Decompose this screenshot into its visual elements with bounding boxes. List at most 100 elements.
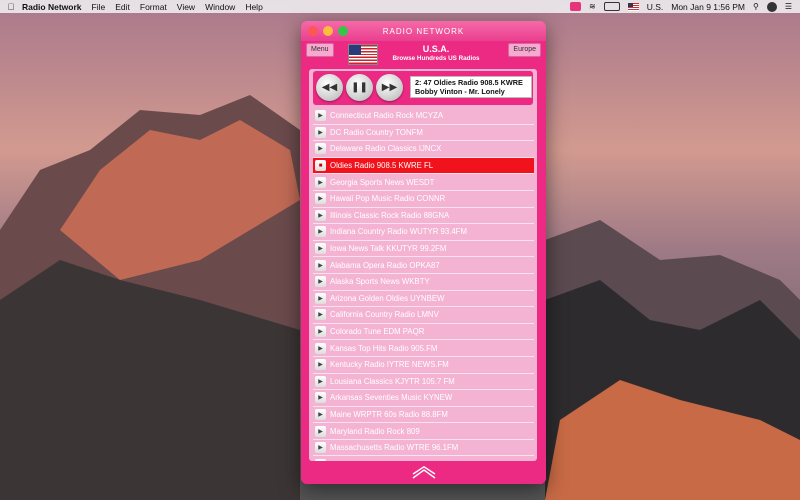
fast-forward-button[interactable]: ▶▶ — [376, 74, 403, 101]
europe-button[interactable]: Europe — [508, 43, 541, 57]
play-icon[interactable]: ▶ — [315, 193, 326, 205]
station-row[interactable]: ▶ Maine WRPTR 60s Radio 88.8FM — [313, 407, 534, 424]
station-row[interactable]: ▶ Massachusetts Radio WTRE 96.1FM — [313, 440, 534, 457]
play-icon[interactable]: ▶ — [315, 110, 326, 122]
station-name: Massachusetts Radio WTRE 96.1FM — [330, 443, 459, 453]
play-icon[interactable]: ▶ — [315, 392, 326, 404]
station-name: Maine WRPTR 60s Radio 88.8FM — [330, 409, 448, 419]
play-icon[interactable]: ▶ — [315, 209, 326, 221]
menu-button[interactable]: Menu — [306, 43, 334, 57]
menubar-status-area: ≋ U.S. Mon Jan 9 1:56 PM ⚲ ☰ — [570, 1, 800, 12]
station-name: Alabama Opera Radio OPKA87 — [330, 260, 440, 270]
play-icon[interactable]: ▶ — [315, 292, 326, 304]
station-name: Arkansas Seventies Music KYNEW — [330, 393, 453, 403]
rewind-icon: ◀◀ — [321, 82, 338, 93]
play-icon[interactable]: ▶ — [315, 408, 326, 420]
play-icon[interactable]: ▶ — [315, 326, 326, 338]
notification-center-icon[interactable]: ☰ — [785, 2, 792, 11]
station-name: California Country Radio LMNV — [330, 310, 439, 320]
play-icon[interactable]: ▶ — [315, 226, 326, 238]
station-name: Georgia Sports News WESDT — [330, 177, 435, 187]
play-icon[interactable]: ▶ — [315, 259, 326, 271]
menu-view[interactable]: View — [177, 2, 195, 12]
station-panel: ◀◀ ❚❚ ▶▶ 2: 47 Oldies Radio 908.5 KWRE B… — [309, 69, 537, 461]
country-name: U.S.A. — [422, 44, 450, 54]
station-row-active[interactable]: ■ Oldies Radio 908.5 KWRE FL — [313, 157, 534, 175]
station-name: Hawaii Pop Music Radio CONNR — [330, 194, 446, 204]
siri-icon[interactable] — [766, 1, 777, 12]
country-subtitle: Browse Hundreds US Radios — [392, 55, 480, 62]
now-playing-display: 2: 47 Oldies Radio 908.5 KWRE Bobby Vint… — [410, 76, 532, 98]
menu-help[interactable]: Help — [245, 2, 262, 12]
play-icon[interactable]: ▶ — [315, 126, 326, 138]
play-icon[interactable]: ▶ — [315, 276, 326, 288]
input-source-flag-icon[interactable] — [627, 2, 639, 11]
play-icon[interactable]: ▶ — [315, 243, 326, 255]
window-titlebar[interactable]: RADIO NETWORK — [301, 21, 546, 41]
system-menu-bar:  Radio Network File Edit Format View Wi… — [0, 0, 800, 13]
station-name: Connecticut Radio Rock MCYZA — [330, 111, 444, 121]
play-icon[interactable]: ▶ — [315, 359, 326, 371]
wifi-icon[interactable]: ≋ — [589, 2, 596, 11]
station-name: Colorado Tune EDM PAQR — [330, 327, 425, 337]
play-icon[interactable]: ▶ — [315, 442, 326, 454]
station-name: Maryland Radio Rock 809 — [330, 426, 420, 436]
play-icon[interactable]: ▶ — [315, 143, 326, 155]
menu-format[interactable]: Format — [140, 2, 167, 12]
station-row[interactable]: ▶ Lousiana Classics KJYTR 105.7 FM — [313, 374, 534, 391]
station-name: Arizona Golden Oldies UYNBEW — [330, 293, 445, 303]
play-icon[interactable]: ▶ — [315, 342, 326, 354]
station-list: ▶ Connecticut Radio Rock MCYZA ▶ DC Radio C… — [313, 108, 534, 461]
rewind-button[interactable]: ◀◀ — [316, 74, 343, 101]
spotlight-search-icon[interactable]: ⚲ — [753, 2, 759, 11]
menu-file[interactable]: File — [92, 2, 106, 12]
apple-menu-icon[interactable]:  — [0, 2, 22, 12]
window-title: RADIO NETWORK — [382, 26, 465, 36]
play-icon[interactable]: ▶ — [315, 309, 326, 321]
usa-flag-icon — [348, 44, 378, 65]
station-row[interactable]: ▶ Kentucky Radio IYTRE NEWS.FM — [313, 357, 534, 374]
now-playing-station: 2: 47 Oldies Radio 908.5 KWRE — [415, 78, 523, 87]
play-icon[interactable]: ▶ — [315, 176, 326, 188]
station-row[interactable]: ▶ Iowa News Talk KKUTYR 99.2FM — [313, 241, 534, 258]
menu-window[interactable]: Window — [205, 2, 235, 12]
stop-icon[interactable]: ■ — [315, 160, 326, 172]
station-row[interactable]: ▶ Illinois Classic Rock Radio 88GNA — [313, 208, 534, 225]
menu-edit[interactable]: Edit — [115, 2, 130, 12]
play-icon[interactable]: ▶ — [315, 375, 326, 387]
input-source-label[interactable]: U.S. — [647, 2, 664, 12]
station-row[interactable]: ▶ Arizona Golden Oldies UYNBEW — [313, 291, 534, 308]
station-name: Iowa News Talk KKUTYR 99.2FM — [330, 244, 447, 254]
station-row[interactable]: ▶ Connecticut Radio Rock MCYZA — [313, 108, 534, 125]
station-row[interactable]: ▶ Georgia Sports News WESDT — [313, 174, 534, 191]
app-menu[interactable]: Radio Network — [22, 2, 82, 12]
play-icon[interactable]: ▶ — [315, 425, 326, 437]
station-row[interactable]: ▶ Maryland Radio Rock 809 — [313, 423, 534, 440]
radio-app-status-icon[interactable] — [570, 2, 582, 11]
station-row[interactable]: ▶ DC Radio Country TONFM — [313, 125, 534, 142]
station-row[interactable]: ▶ Hawaii Pop Music Radio CONNR — [313, 191, 534, 208]
station-name: Indiana Country Radio WUTYR 93.4FM — [330, 227, 467, 237]
battery-icon[interactable] — [603, 2, 620, 11]
player-controls: ◀◀ ❚❚ ▶▶ 2: 47 Oldies Radio 908.5 KWRE B… — [313, 71, 533, 105]
now-playing-track: Bobby Vinton - Mr. Lonely — [415, 87, 505, 96]
station-row[interactable]: ▶ Colorado Tune EDM PAQR — [313, 324, 534, 341]
station-name: Oldies Radio 908.5 KWRE FL — [330, 161, 434, 171]
station-row[interactable]: ▶ — [313, 456, 534, 461]
station-row[interactable]: ▶ Alaska Sports News WKBTY — [313, 274, 534, 291]
fast-forward-icon: ▶▶ — [381, 82, 398, 93]
chevron-up-icon[interactable] — [411, 466, 437, 480]
station-name: Kentucky Radio IYTRE NEWS.FM — [330, 360, 449, 370]
station-row[interactable]: ▶ Alabama Opera Radio OPKA87 — [313, 257, 534, 274]
station-row[interactable]: ▶ Indiana Country Radio WUTYR 93.4FM — [313, 224, 534, 241]
station-row[interactable]: ▶ California Country Radio LMNV — [313, 307, 534, 324]
station-row[interactable]: ▶ Arkansas Seventies Music KYNEW — [313, 390, 534, 407]
station-row[interactable]: ▶ Kansas Top Hits Radio 905.FM — [313, 340, 534, 357]
station-row[interactable]: ▶ Delaware Radio Classics IJNCX — [313, 141, 534, 158]
play-icon[interactable]: ▶ — [315, 458, 326, 461]
station-name: Illinois Classic Rock Radio 88GNA — [330, 210, 450, 220]
bottom-bar — [301, 462, 546, 484]
pause-button[interactable]: ❚❚ — [346, 74, 373, 101]
clock[interactable]: Mon Jan 9 1:56 PM — [671, 2, 745, 12]
station-name: Delaware Radio Classics IJNCX — [330, 144, 442, 154]
